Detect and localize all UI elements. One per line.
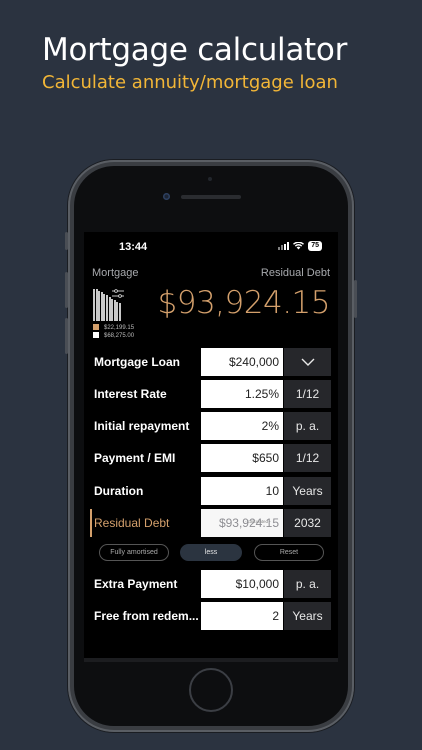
- extra-payment-field[interactable]: $10,000: [201, 570, 283, 598]
- calculated-tag: - calculated -: [245, 519, 271, 524]
- legend-item-principal: $68,275.00: [93, 332, 134, 340]
- extra-payment-unit[interactable]: p. a.: [284, 570, 331, 598]
- loan-dropdown-button[interactable]: [284, 348, 331, 376]
- row-initial-repayment: Initial repayment 2% p. a.: [88, 412, 331, 440]
- top-sensor: [208, 177, 212, 181]
- duration-unit[interactable]: Years: [284, 477, 331, 505]
- row-label: Free from redem...: [94, 609, 199, 623]
- free-from-redemption-unit[interactable]: Years: [284, 602, 331, 630]
- legend-swatch: [93, 324, 99, 330]
- row-label: Payment / EMI: [94, 451, 176, 465]
- initial-repayment-unit[interactable]: p. a.: [284, 412, 331, 440]
- chart-legend: $22,199.15 $68,275.00: [93, 324, 134, 340]
- row-duration: Duration 10 Years: [88, 477, 331, 505]
- chevron-down-icon: [301, 358, 314, 366]
- row-label: Extra Payment: [94, 577, 178, 591]
- legend-item-interest: $22,199.15: [93, 324, 134, 332]
- battery-icon: 75: [308, 241, 322, 251]
- row-extra-payment: Extra Payment $10,000 p. a.: [88, 570, 331, 598]
- bottom-edge: [84, 658, 338, 662]
- residual-debt-header-label: Residual Debt: [260, 267, 330, 279]
- wifi-icon: [293, 242, 305, 250]
- row-payment-emi: Payment / EMI $650 1/12: [88, 444, 331, 472]
- volume-up-button: [65, 272, 68, 308]
- promo-subtitle: Calculate annuity/mortgage loan: [42, 72, 338, 93]
- power-button: [354, 280, 357, 318]
- signal-icon: [278, 242, 290, 250]
- row-label: Initial repayment: [94, 419, 190, 433]
- reset-button[interactable]: Reset: [254, 544, 324, 561]
- residual-debt-year[interactable]: 2032: [284, 509, 331, 537]
- residual-debt-field[interactable]: $93,924.15 - calculated -: [201, 509, 283, 537]
- row-residual-debt: Residual Debt $93,924.15 - calculated - …: [88, 509, 331, 537]
- volume-down-button: [65, 318, 68, 354]
- interest-rate-unit[interactable]: 1/12: [284, 380, 331, 408]
- duration-field[interactable]: 10: [201, 477, 283, 505]
- payment-emi-field[interactable]: $650: [201, 444, 283, 472]
- initial-repayment-field[interactable]: 2%: [201, 412, 283, 440]
- mortgage-loan-field[interactable]: $240,000: [201, 348, 283, 376]
- row-label: Duration: [94, 484, 144, 498]
- sliders-icon[interactable]: [112, 289, 124, 299]
- status-indicators: 75: [278, 241, 322, 251]
- app-screen: 13:44 75 Mortgage Residual Debt $22,199.…: [84, 232, 338, 662]
- front-camera: [163, 193, 170, 200]
- mortgage-header-label: Mortgage: [92, 267, 139, 279]
- row-mortgage-loan: Mortgage Loan $240,000: [88, 348, 331, 376]
- residual-debt-value: $93,924.15: [157, 285, 331, 321]
- mini-chart-bar: [118, 303, 121, 321]
- action-buttons: Fully amortised less Reset: [99, 544, 324, 561]
- mute-switch: [65, 232, 68, 250]
- legend-label: $22,199.15: [104, 325, 135, 331]
- row-label: Residual Debt: [94, 516, 170, 530]
- free-from-redemption-field[interactable]: 2: [201, 602, 283, 630]
- row-free-from-redemption: Free from redem... 2 Years: [88, 602, 331, 630]
- status-time: 13:44: [119, 241, 148, 253]
- row-interest-rate: Interest Rate 1.25% 1/12: [88, 380, 331, 408]
- home-button[interactable]: [189, 668, 233, 712]
- promo-title: Mortgage calculator: [42, 32, 348, 68]
- interest-rate-field[interactable]: 1.25%: [201, 380, 283, 408]
- fully-amortised-button[interactable]: Fully amortised: [99, 544, 169, 561]
- payment-emi-unit[interactable]: 1/12: [284, 444, 331, 472]
- legend-swatch: [93, 332, 99, 338]
- less-button[interactable]: less: [180, 544, 242, 561]
- earpiece-speaker: [181, 195, 241, 199]
- legend-label: $68,275.00: [104, 333, 135, 339]
- row-label: Mortgage Loan: [94, 355, 180, 369]
- row-label: Interest Rate: [94, 387, 167, 401]
